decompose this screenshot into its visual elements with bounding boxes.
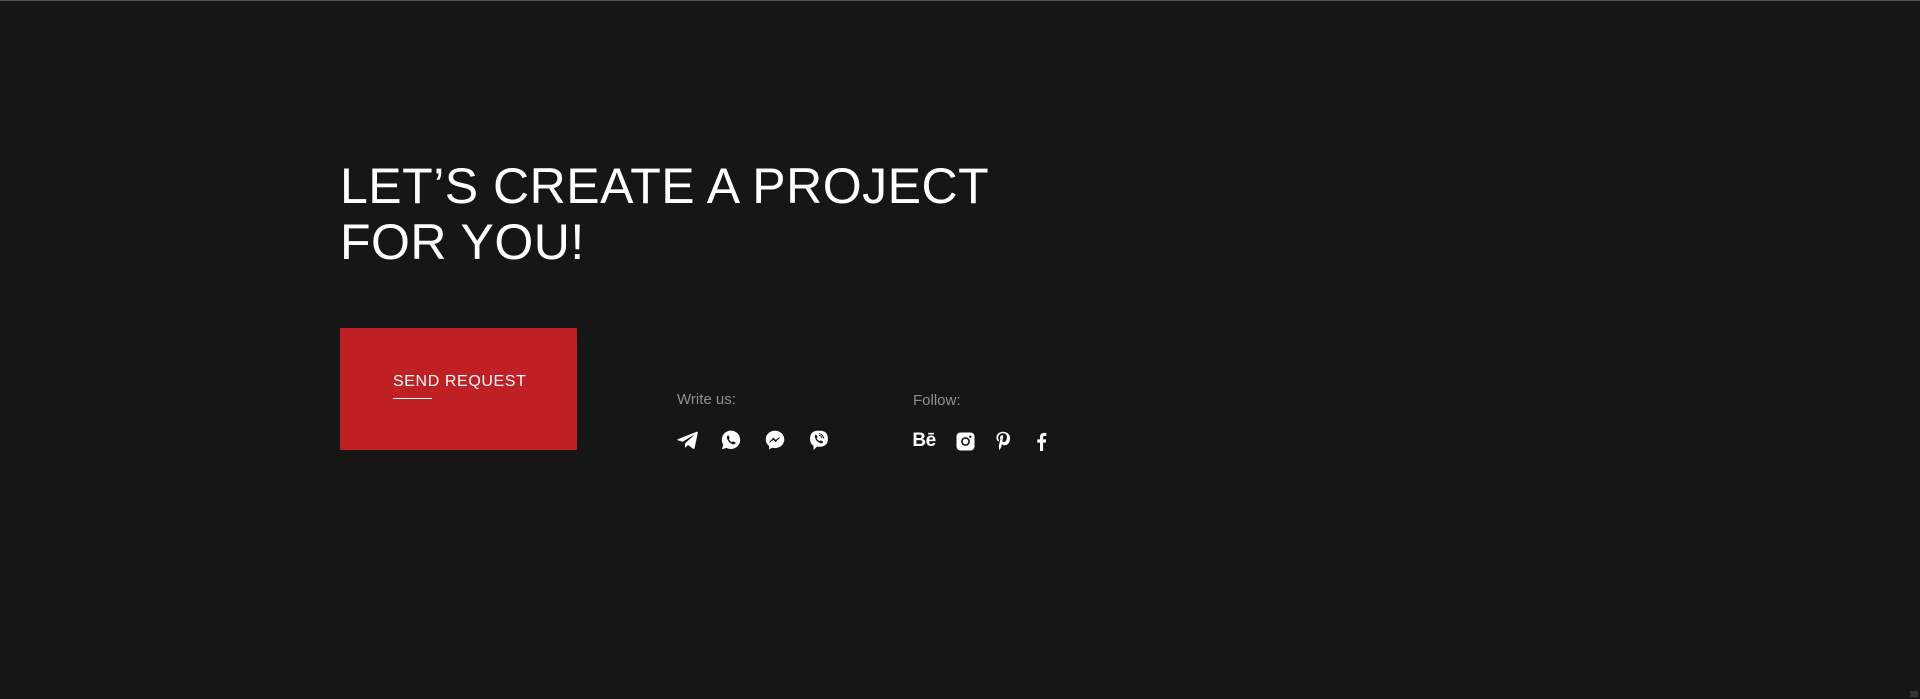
- follow-icons: Bē: [911, 430, 1052, 452]
- whatsapp-icon[interactable]: [720, 429, 742, 451]
- telegram-icon[interactable]: [676, 429, 698, 451]
- send-request-button[interactable]: SEND REQUEST: [340, 328, 577, 450]
- facebook-icon[interactable]: [1030, 430, 1052, 452]
- write-us-icons: [676, 429, 830, 451]
- behance-logo-text: Bē: [912, 430, 936, 451]
- heading-line-2: FOR YOU!: [340, 214, 585, 270]
- write-us-label: Write us:: [677, 391, 736, 408]
- follow-label: Follow:: [913, 392, 961, 409]
- messenger-icon[interactable]: [764, 429, 786, 451]
- send-request-underline: [393, 398, 432, 399]
- instagram-icon[interactable]: [954, 430, 976, 452]
- corner-indicator: [1910, 691, 1918, 697]
- heading-line-1: LET’S CREATE A PROJECT: [340, 158, 990, 214]
- send-request-label: SEND REQUEST: [393, 373, 527, 390]
- top-divider: [0, 0, 1920, 1]
- page-heading: LET’S CREATE A PROJECT FOR YOU!: [340, 158, 1040, 270]
- pinterest-icon[interactable]: [992, 430, 1014, 452]
- behance-icon[interactable]: Bē: [911, 430, 937, 452]
- viber-icon[interactable]: [808, 429, 830, 451]
